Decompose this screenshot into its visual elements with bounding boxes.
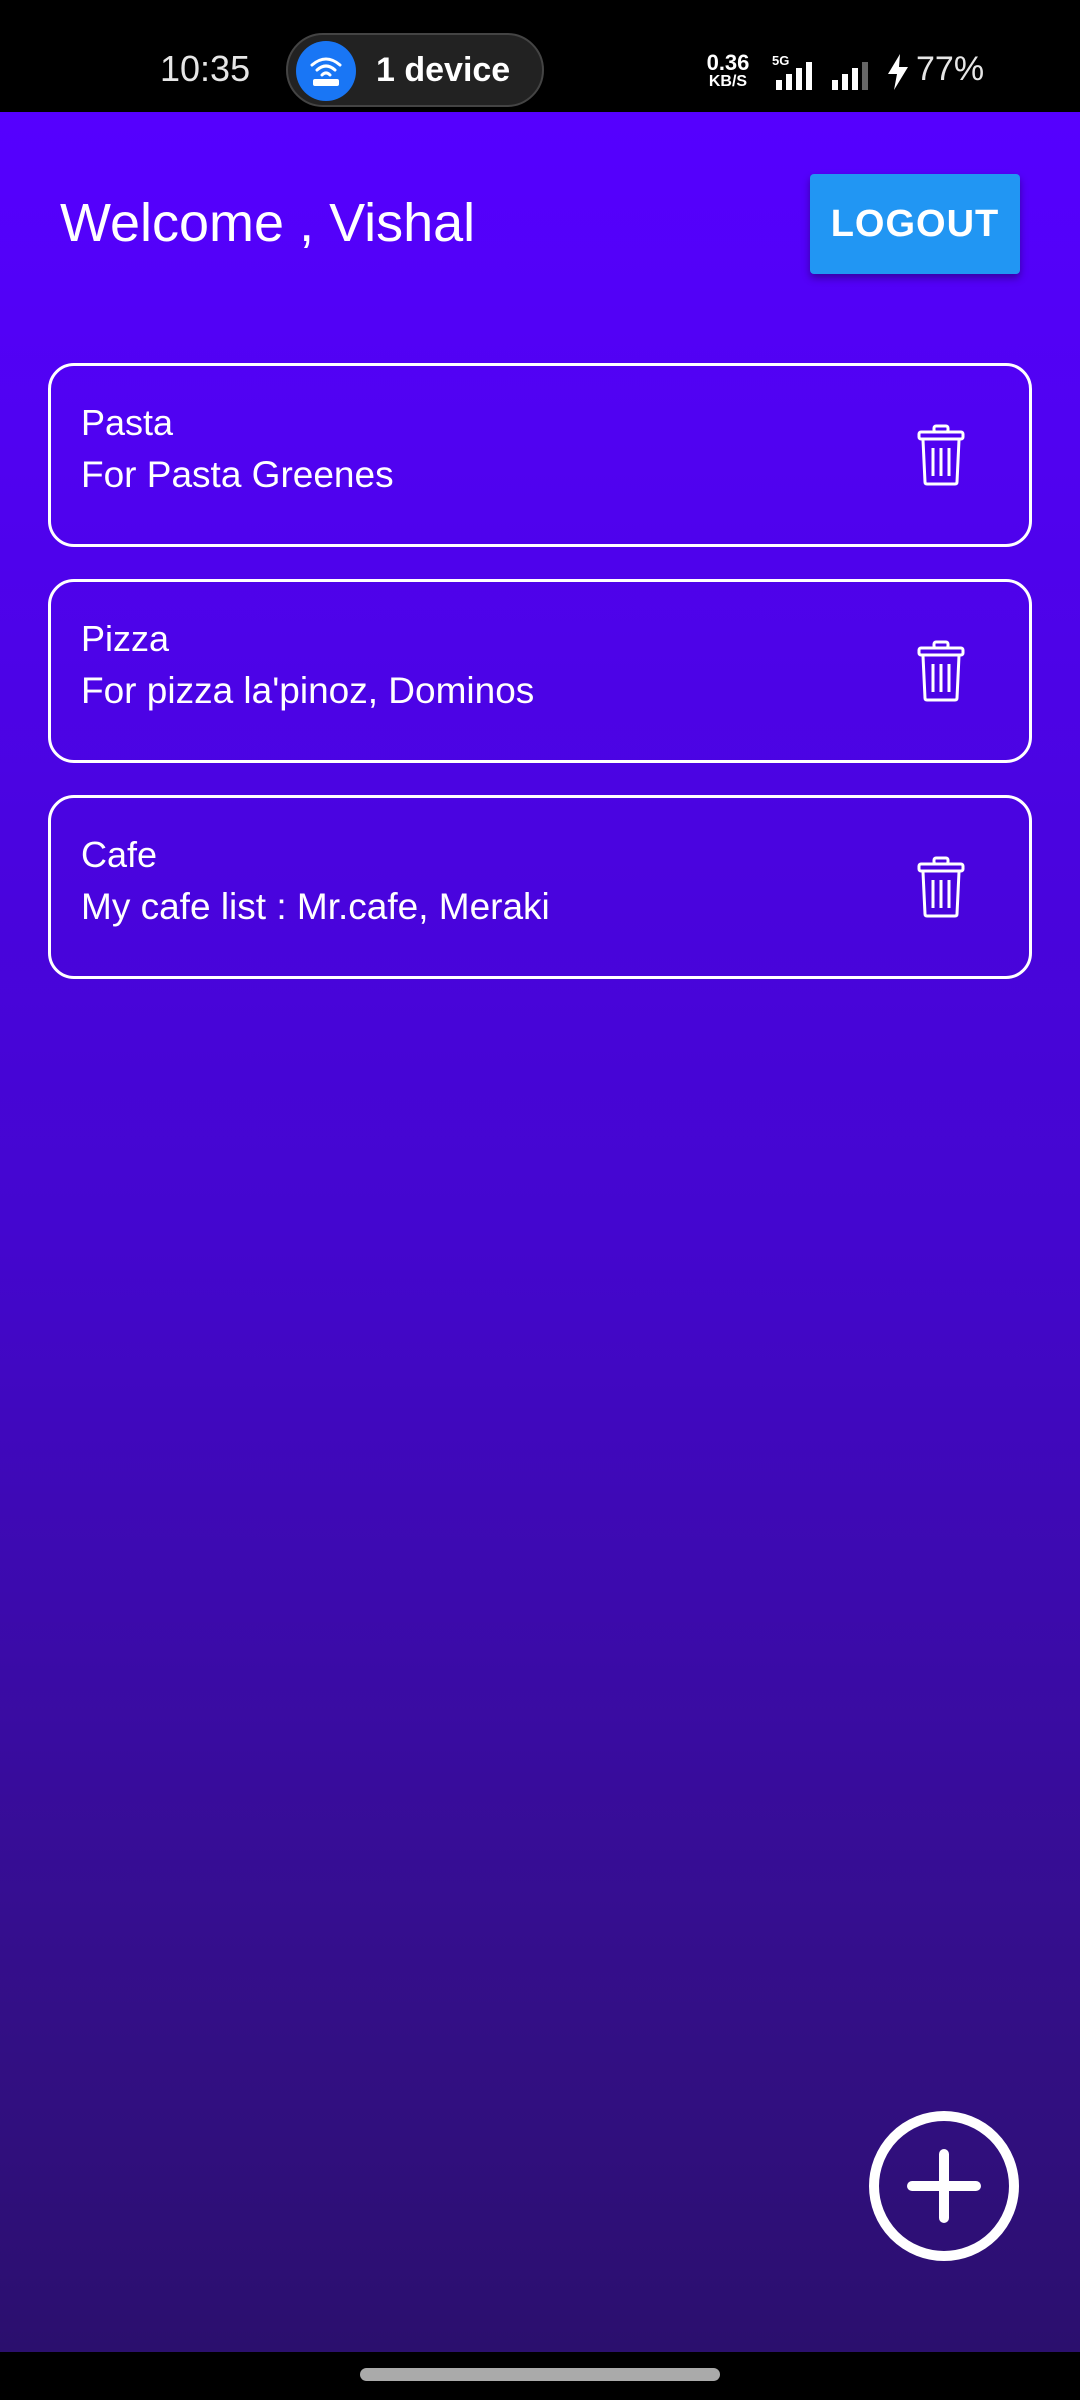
note-title: Pasta: [81, 402, 174, 443]
note-title: Pizza: [81, 618, 170, 659]
network-type: 5G: [772, 53, 789, 68]
note-card[interactable]: Pizza For pizza la'pinoz, Dominos: [48, 579, 1032, 763]
hotspot-pill[interactable]: 1 device: [286, 33, 544, 107]
note-description: My cafe list : Mr.cafe, Meraki: [81, 886, 550, 927]
welcome-text: Welcome , Vishal: [60, 193, 476, 253]
bolt-icon: [888, 54, 908, 90]
status-time: 10:35: [160, 48, 251, 89]
plus-circle-icon: [907, 2149, 981, 2223]
note-card[interactable]: Cafe My cafe list : Mr.cafe, Meraki: [48, 795, 1032, 979]
signal-5g-icon: 5G: [772, 53, 812, 90]
network-speed-value: 0.36: [706, 50, 750, 75]
wifi-hotspot-icon: [296, 41, 356, 101]
hotspot-text: 1 device: [376, 51, 511, 89]
network-speed-unit: KB/S: [708, 73, 748, 90]
battery-percentage: 77%: [916, 50, 985, 88]
note-title: Cafe: [81, 834, 158, 875]
status-bar: 10:35 1 device 0.36 KB/S 5G 77%: [0, 0, 1080, 112]
note-description: For Pasta Greenes: [81, 454, 394, 495]
app-screen: Welcome , Vishal LOGOUT Pasta For Pasta …: [0, 112, 1080, 2352]
note-description: For pizza la'pinoz, Dominos: [81, 670, 535, 711]
trash-icon[interactable]: [917, 424, 965, 486]
note-card[interactable]: Pasta For Pasta Greenes: [48, 363, 1032, 547]
home-indicator[interactable]: [360, 2368, 720, 2381]
trash-icon[interactable]: [917, 856, 965, 918]
add-note-button[interactable]: [869, 2111, 1019, 2261]
trash-icon[interactable]: [917, 640, 965, 702]
navigation-bar: [0, 2352, 1080, 2400]
network-speed: 0.36 KB/S: [702, 52, 754, 90]
logout-button[interactable]: LOGOUT: [810, 174, 1020, 274]
signal-icon: [832, 62, 868, 90]
